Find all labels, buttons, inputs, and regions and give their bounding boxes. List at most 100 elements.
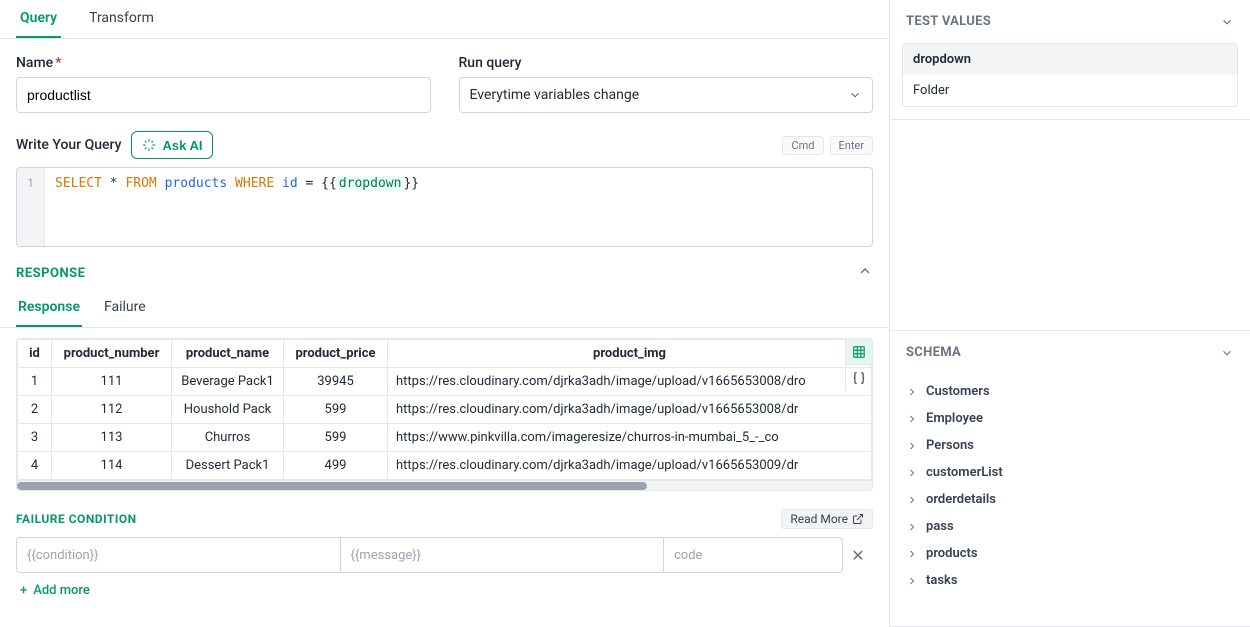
top-tabs: Query Transform bbox=[0, 0, 889, 39]
cell-product-img: https://www.pinkvilla.com/imageresize/ch… bbox=[388, 424, 872, 452]
ai-sparkle-icon bbox=[142, 138, 156, 152]
chevron-right-icon bbox=[906, 386, 918, 398]
schema-item[interactable]: products bbox=[902, 540, 1238, 567]
subtab-response[interactable]: Response bbox=[16, 291, 82, 327]
editor-content[interactable]: SELECT * FROM products WHERE id = {{drop… bbox=[45, 168, 872, 246]
schema-item[interactable]: Customers bbox=[902, 378, 1238, 405]
chevron-down-icon bbox=[1220, 346, 1234, 360]
kbd-enter: Enter bbox=[830, 136, 874, 155]
cell-product-name: Dessert Pack1 bbox=[172, 452, 284, 480]
run-select[interactable]: Everytime variables change bbox=[459, 77, 874, 113]
failure-code-input[interactable]: code bbox=[663, 537, 843, 573]
cell-product-number: 112 bbox=[52, 396, 172, 424]
subtab-failure[interactable]: Failure bbox=[102, 291, 148, 327]
cell-id: 1 bbox=[18, 368, 52, 396]
cell-id: 2 bbox=[18, 396, 52, 424]
response-header[interactable]: RESPONSE bbox=[0, 263, 889, 291]
schema-item-label: Persons bbox=[926, 438, 974, 453]
schema-item-label: Customers bbox=[926, 384, 990, 399]
chevron-up-icon bbox=[857, 263, 873, 279]
ask-ai-button[interactable]: Ask AI bbox=[131, 131, 213, 159]
table-row[interactable]: 2112Houshold Pack599https://res.cloudina… bbox=[18, 396, 872, 424]
kbd-cmd: Cmd bbox=[782, 136, 823, 155]
write-query-label: Write Your Query bbox=[16, 137, 121, 153]
view-switch bbox=[845, 339, 872, 391]
horizontal-scrollbar[interactable] bbox=[17, 480, 872, 490]
schema-item-label: pass bbox=[926, 519, 954, 534]
cell-product-img: https://res.cloudinary.com/djrka3adh/ima… bbox=[388, 368, 872, 396]
name-input[interactable] bbox=[27, 87, 420, 103]
cell-id: 4 bbox=[18, 452, 52, 480]
cell-product-img: https://res.cloudinary.com/djrka3adh/ima… bbox=[388, 396, 872, 424]
chevron-right-icon bbox=[906, 575, 918, 587]
col-header-product-price[interactable]: product_price bbox=[284, 340, 388, 368]
key-hints: Cmd Enter bbox=[782, 136, 873, 155]
test-values-var-name[interactable]: dropdown bbox=[903, 44, 1237, 75]
run-select-value: Everytime variables change bbox=[470, 87, 640, 103]
table-row[interactable]: 4114Dessert Pack1499https://res.cloudina… bbox=[18, 452, 872, 480]
cell-product-price: 39945 bbox=[284, 368, 388, 396]
col-header-product-number[interactable]: product_number bbox=[52, 340, 172, 368]
tab-transform[interactable]: Transform bbox=[85, 10, 158, 38]
col-header-product-name[interactable]: product_name bbox=[172, 340, 284, 368]
name-label: Name* bbox=[16, 55, 431, 71]
cell-product-number: 114 bbox=[52, 452, 172, 480]
chevron-right-icon bbox=[906, 494, 918, 506]
add-more-button[interactable]: + Add more bbox=[16, 573, 94, 608]
schema-item[interactable]: tasks bbox=[902, 567, 1238, 594]
chevron-right-icon bbox=[906, 467, 918, 479]
chevron-down-icon bbox=[1220, 15, 1234, 29]
failure-message-input[interactable]: {{message}} bbox=[340, 537, 664, 573]
tab-query[interactable]: Query bbox=[16, 10, 61, 38]
run-label: Run query bbox=[459, 55, 874, 71]
cell-product-name: Beverage Pack1 bbox=[172, 368, 284, 396]
table-icon bbox=[852, 345, 866, 359]
name-input-wrap bbox=[16, 77, 431, 113]
schema-header[interactable]: SCHEMA bbox=[890, 331, 1250, 374]
cell-id: 3 bbox=[18, 424, 52, 452]
cell-product-price: 599 bbox=[284, 424, 388, 452]
json-view-button[interactable] bbox=[846, 365, 872, 391]
schema-item[interactable]: customerList bbox=[902, 459, 1238, 486]
test-values-box: dropdown Folder bbox=[902, 43, 1238, 107]
failure-condition-input[interactable]: {{condition}} bbox=[16, 537, 340, 573]
editor-gutter: 1 bbox=[17, 168, 45, 246]
schema-item-label: orderdetails bbox=[926, 492, 996, 507]
cell-product-name: Churros bbox=[172, 424, 284, 452]
chevron-right-icon bbox=[906, 413, 918, 425]
chevron-right-icon bbox=[906, 440, 918, 452]
query-editor[interactable]: 1 SELECT * FROM products WHERE id = {{dr… bbox=[16, 167, 873, 247]
schema-item[interactable]: pass bbox=[902, 513, 1238, 540]
col-header-id[interactable]: id bbox=[18, 340, 52, 368]
chevron-down-icon bbox=[848, 88, 862, 102]
col-header-product-img[interactable]: product_img bbox=[388, 340, 872, 368]
external-link-icon bbox=[852, 513, 864, 525]
scrollbar-thumb[interactable] bbox=[17, 482, 647, 490]
schema-item[interactable]: Persons bbox=[902, 432, 1238, 459]
read-more-button[interactable]: Read More bbox=[781, 509, 873, 529]
cell-product-price: 499 bbox=[284, 452, 388, 480]
table-row[interactable]: 3113Churros599https://www.pinkvilla.com/… bbox=[18, 424, 872, 452]
schema-item-label: customerList bbox=[926, 465, 1003, 480]
chevron-right-icon bbox=[906, 521, 918, 533]
cell-product-number: 111 bbox=[52, 368, 172, 396]
response-table: id product_number product_name product_p… bbox=[16, 338, 873, 491]
schema-item[interactable]: orderdetails bbox=[902, 486, 1238, 513]
test-values-var-value[interactable]: Folder bbox=[903, 75, 1237, 106]
table-row[interactable]: 1111Beverage Pack139945https://res.cloud… bbox=[18, 368, 872, 396]
braces-icon bbox=[852, 371, 866, 385]
cell-product-number: 113 bbox=[52, 424, 172, 452]
schema-item-label: products bbox=[926, 546, 978, 561]
schema-item-label: tasks bbox=[926, 573, 958, 588]
cell-product-price: 599 bbox=[284, 396, 388, 424]
schema-item-label: Employee bbox=[926, 411, 983, 426]
schema-item[interactable]: Employee bbox=[902, 405, 1238, 432]
test-values-header[interactable]: TEST VALUES bbox=[890, 0, 1250, 43]
table-view-button[interactable] bbox=[846, 339, 872, 365]
cell-product-name: Houshold Pack bbox=[172, 396, 284, 424]
chevron-right-icon bbox=[906, 548, 918, 560]
cell-product-img: https://res.cloudinary.com/djrka3adh/ima… bbox=[388, 452, 872, 480]
plus-icon: + bbox=[20, 583, 27, 598]
failure-condition-title: FAILURE CONDITION bbox=[16, 512, 137, 526]
remove-condition-button[interactable]: ✕ bbox=[843, 546, 873, 565]
